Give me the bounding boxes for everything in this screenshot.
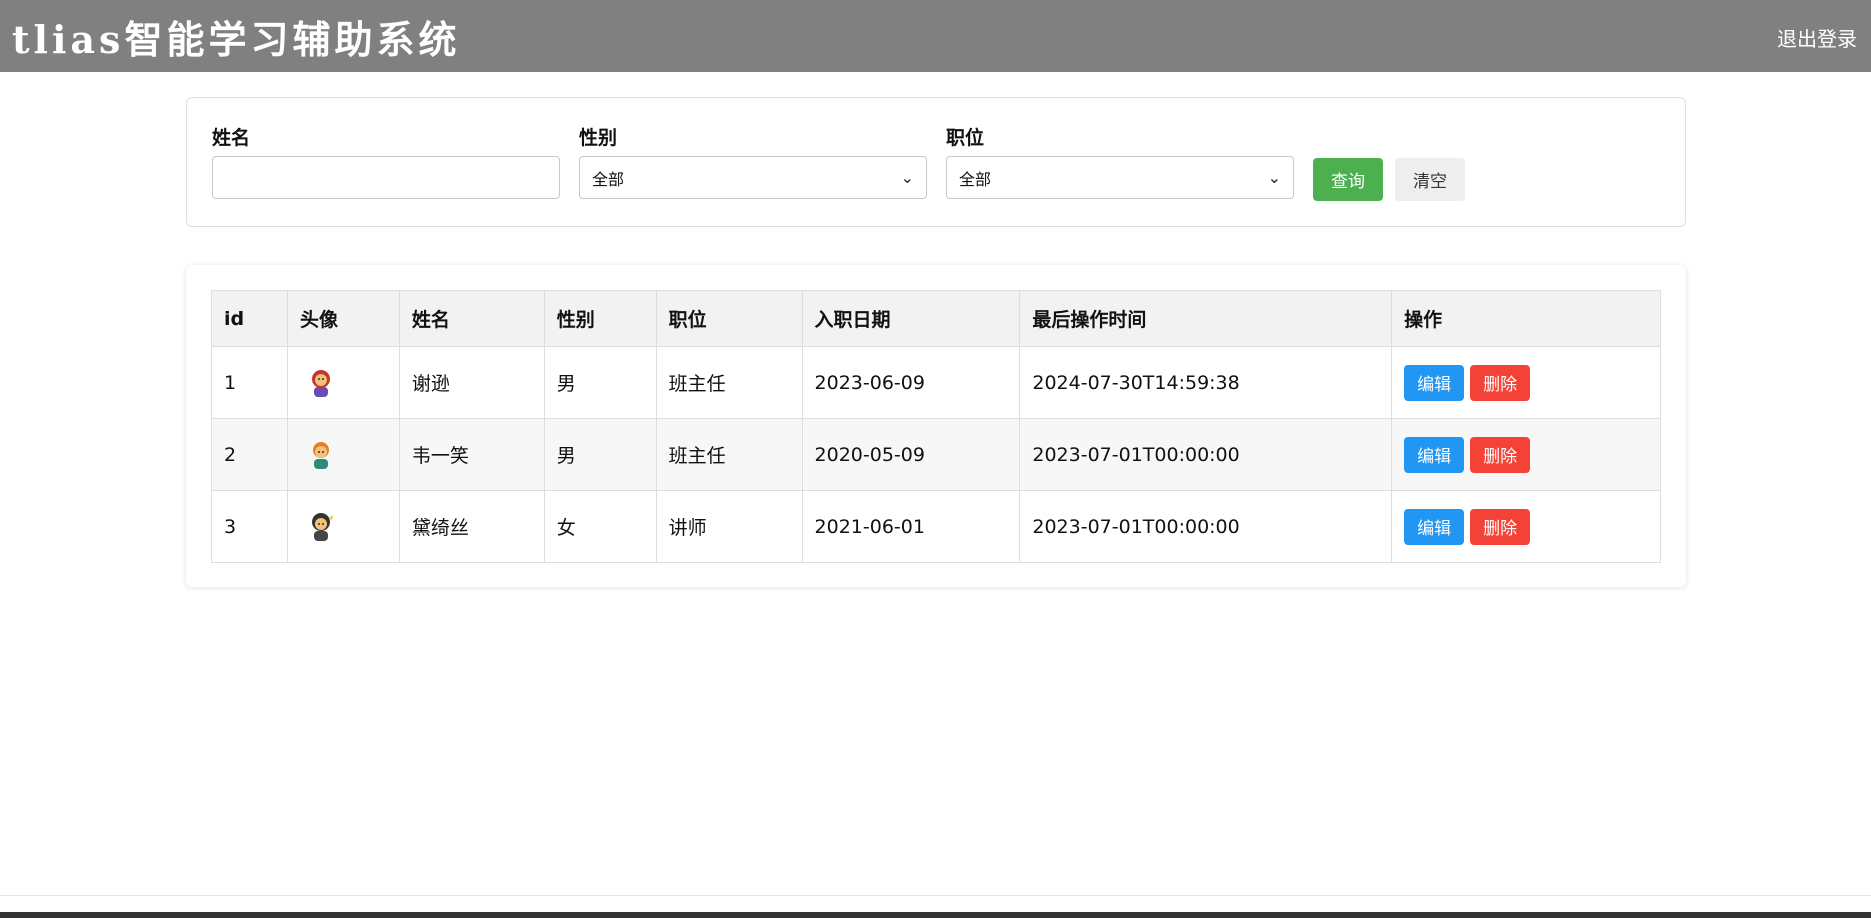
query-button[interactable]: 查询 [1313,158,1383,201]
avatar [304,366,338,400]
cell-entry-date: 2020-05-09 [801,418,1021,491]
logout-link[interactable]: 退出登录 [1777,23,1857,52]
cell-name: 韦一笑 [398,418,545,491]
employee-table-panel: id 头像 姓名 性别 职位 入职日期 最后操作时间 操作 1 谢逊 男 班主任… [186,265,1686,587]
clear-button[interactable]: 清空 [1395,158,1465,201]
column-header-actions: 操作 [1391,290,1661,347]
cell-entry-date: 2023-06-09 [801,346,1021,419]
cell-avatar [286,346,400,419]
column-header-id: id [211,290,288,347]
delete-button[interactable]: 删除 [1470,508,1531,545]
chevron-down-icon: ⌄ [900,168,914,187]
name-filter: 姓名 [212,126,560,199]
name-input[interactable] [212,156,560,199]
position-select-value: 全部 [959,169,992,189]
employee-table: id 头像 姓名 性别 职位 入职日期 最后操作时间 操作 1 谢逊 男 班主任… [211,290,1661,563]
column-header-position: 职位 [655,290,803,347]
cell-update-time: 2024-07-30T14:59:38 [1019,346,1393,419]
edit-button[interactable]: 编辑 [1404,364,1465,401]
gender-filter-label: 性别 [579,127,618,149]
cell-id: 1 [211,346,288,419]
edit-button[interactable]: 编辑 [1404,508,1465,545]
cell-position: 班主任 [655,346,803,419]
table-row: 1 谢逊 男 班主任 2023-06-09 2024-07-30T14:59:3… [211,346,1661,419]
gender-select[interactable]: 全部 ⌄ [579,156,927,199]
position-filter-label: 职位 [946,127,985,149]
app-title: tlias智能学习辅助系统 [12,16,461,62]
cell-name: 谢逊 [398,346,545,419]
cell-avatar [286,418,400,491]
cell-name: 黛绮丝 [398,490,545,563]
footer-divider [0,895,1871,896]
cell-update-time: 2023-07-01T00:00:00 [1019,418,1393,491]
gender-filter: 性别 全部 ⌄ [579,126,927,199]
position-filter: 职位 全部 ⌄ [946,126,1294,199]
bottom-bar [0,912,1871,918]
edit-button[interactable]: 编辑 [1404,436,1465,473]
cell-update-time: 2023-07-01T00:00:00 [1019,490,1393,563]
avatar [304,510,338,544]
top-bar: tlias智能学习辅助系统 退出登录 [0,0,1871,72]
cell-actions: 编辑 删除 [1391,490,1661,563]
name-filter-label: 姓名 [212,127,251,149]
cell-position: 班主任 [655,418,803,491]
gender-select-value: 全部 [592,169,625,189]
table-header-row: id 头像 姓名 性别 职位 入职日期 最后操作时间 操作 [211,290,1661,347]
column-header-avatar: 头像 [286,290,400,347]
column-header-update-time: 最后操作时间 [1019,290,1393,347]
column-header-name: 姓名 [398,290,545,347]
cell-gender: 男 [543,418,657,491]
chevron-down-icon: ⌄ [1267,168,1281,187]
cell-avatar [286,490,400,563]
table-row: 2 韦一笑 男 班主任 2020-05-09 2023-07-01T00:00:… [211,418,1661,491]
search-filter-panel: 姓名 性别 全部 ⌄ 职位 全部 ⌄ 查询 清空 [186,97,1686,227]
delete-button[interactable]: 删除 [1470,364,1531,401]
avatar [304,438,338,472]
cell-position: 讲师 [655,490,803,563]
cell-gender: 女 [543,490,657,563]
column-header-entry-date: 入职日期 [801,290,1021,347]
cell-actions: 编辑 删除 [1391,418,1661,491]
cell-id: 2 [211,418,288,491]
delete-button[interactable]: 删除 [1470,436,1531,473]
cell-id: 3 [211,490,288,563]
cell-actions: 编辑 删除 [1391,346,1661,419]
position-select[interactable]: 全部 ⌄ [946,156,1294,199]
cell-entry-date: 2021-06-01 [801,490,1021,563]
table-row: 3 黛绮丝 女 讲师 2021-06-01 2023-07-01T00:00:0… [211,490,1661,563]
column-header-gender: 性别 [543,290,657,347]
cell-gender: 男 [543,346,657,419]
